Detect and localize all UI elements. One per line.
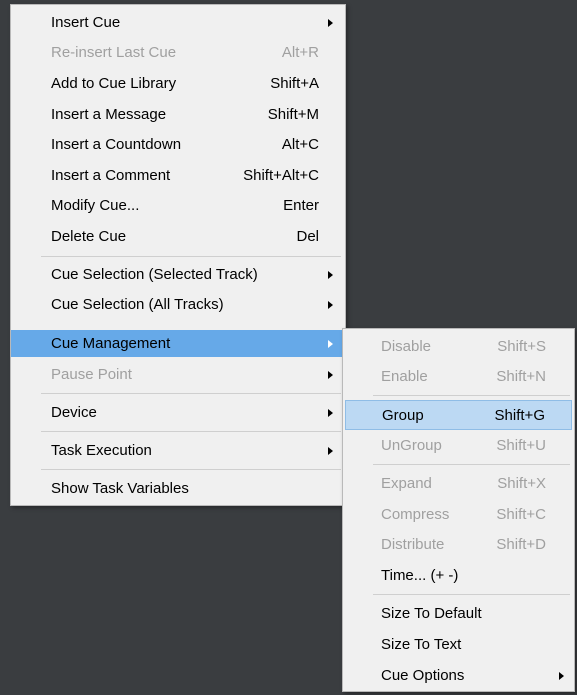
menu-item-cue-selection-all-tracks[interactable]: Cue Selection (All Tracks) (15, 291, 341, 318)
menu-item-label: Compress (381, 506, 450, 523)
menu-item-shortcut: Shift+C (496, 506, 546, 523)
menu-separator (373, 395, 570, 396)
menu-item-label: Pause Point (51, 366, 132, 383)
menu-item-label: Cue Management (51, 335, 171, 352)
submenu-item-compress[interactable]: Compress Shift+C (347, 501, 570, 528)
menu-item-shortcut: Shift+Alt+C (243, 167, 319, 184)
submenu-item-time[interactable]: Time... (+ -) (347, 562, 570, 589)
menu-item-pause-point[interactable]: Pause Point (15, 361, 341, 388)
menu-item-label: Device (51, 404, 97, 421)
menu-item-insert-cue[interactable]: Insert Cue (15, 9, 341, 36)
context-menu: Insert Cue Re-insert Last Cue Alt+R Add … (10, 4, 346, 506)
menu-separator (41, 393, 341, 394)
submenu-arrow-icon (328, 18, 333, 27)
menu-item-label: Size To Default (381, 605, 482, 622)
menu-item-label: Cue Selection (All Tracks) (51, 296, 224, 313)
menu-item-shortcut: Shift+G (494, 406, 545, 424)
menu-separator (41, 431, 341, 432)
menu-item-shortcut: Alt+C (281, 136, 319, 153)
menu-item-show-task-variables[interactable]: Show Task Variables (15, 475, 341, 502)
menu-item-label: Distribute (381, 536, 445, 553)
menu-item-label: Delete Cue (51, 228, 127, 245)
cue-management-submenu: Disable Shift+S Enable Shift+N Group Shi… (342, 328, 575, 692)
menu-item-label: Insert a Comment (51, 167, 171, 184)
submenu-arrow-icon (328, 446, 333, 455)
menu-item-label: Re-insert Last Cue (51, 44, 177, 61)
menu-item-reinsert-last-cue[interactable]: Re-insert Last Cue Alt+R (15, 39, 341, 66)
menu-separator (373, 464, 570, 465)
menu-item-label: Add to Cue Library (51, 75, 177, 92)
menu-item-label: Modify Cue... (51, 197, 140, 214)
menu-item-shortcut: Shift+U (496, 437, 546, 454)
menu-item-label: Cue Selection (Selected Track) (51, 266, 258, 283)
submenu-arrow-icon (559, 671, 564, 680)
menu-separator (41, 256, 341, 257)
menu-item-task-execution[interactable]: Task Execution (15, 437, 341, 464)
menu-item-label: Disable (381, 338, 432, 355)
menu-item-delete-cue[interactable]: Delete Cue Del (15, 223, 341, 250)
submenu-arrow-icon (328, 270, 333, 279)
menu-item-label: Insert a Countdown (51, 136, 182, 153)
menu-item-shortcut: Shift+N (496, 368, 546, 385)
submenu-item-disable[interactable]: Disable Shift+S (347, 333, 570, 360)
menu-item-insert-comment[interactable]: Insert a Comment Shift+Alt+C (15, 162, 341, 189)
submenu-item-expand[interactable]: Expand Shift+X (347, 470, 570, 497)
submenu-item-ungroup[interactable]: UnGroup Shift+U (347, 432, 570, 459)
menu-item-label: Task Execution (51, 442, 152, 459)
submenu-arrow-icon (328, 339, 333, 348)
menu-item-shortcut: Del (296, 228, 319, 245)
menu-item-add-to-cue-library[interactable]: Add to Cue Library Shift+A (15, 70, 341, 97)
menu-item-label: Enable (381, 368, 428, 385)
submenu-item-enable[interactable]: Enable Shift+N (347, 363, 570, 390)
menu-item-device[interactable]: Device (15, 399, 341, 426)
menu-item-shortcut: Shift+X (497, 475, 546, 492)
submenu-arrow-icon (328, 370, 333, 379)
menu-item-shortcut: Alt+R (281, 44, 319, 61)
submenu-item-size-to-text[interactable]: Size To Text (347, 631, 570, 658)
menu-item-label: Time... (+ -) (381, 567, 459, 584)
menu-item-label: Insert a Message (51, 106, 167, 123)
menu-item-label: UnGroup (381, 437, 442, 454)
menu-item-label: Cue Options (381, 667, 465, 684)
menu-item-modify-cue[interactable]: Modify Cue... Enter (15, 192, 341, 219)
menu-item-shortcut: Enter (283, 197, 319, 214)
menu-item-shortcut: Shift+S (497, 338, 546, 355)
menu-item-label: Group (382, 406, 424, 424)
menu-item-insert-countdown[interactable]: Insert a Countdown Alt+C (15, 131, 341, 158)
menu-item-shortcut: Shift+A (270, 75, 319, 92)
menu-item-label: Insert Cue (51, 14, 121, 31)
menu-item-label: Expand (381, 475, 432, 492)
menu-item-cue-selection-selected-track[interactable]: Cue Selection (Selected Track) (15, 261, 341, 288)
menu-item-label: Show Task Variables (51, 480, 189, 497)
submenu-item-group[interactable]: Group Shift+G (345, 400, 572, 430)
menu-separator (373, 594, 570, 595)
submenu-arrow-icon (328, 300, 333, 309)
menu-item-shortcut: Shift+M (267, 106, 319, 123)
menu-separator (41, 469, 341, 470)
menu-item-cue-management[interactable]: Cue Management (11, 330, 345, 357)
submenu-item-size-to-default[interactable]: Size To Default (347, 600, 570, 627)
submenu-arrow-icon (328, 408, 333, 417)
menu-item-shortcut: Shift+D (496, 536, 546, 553)
submenu-item-distribute[interactable]: Distribute Shift+D (347, 531, 570, 558)
menu-item-insert-message[interactable]: Insert a Message Shift+M (15, 101, 341, 128)
menu-item-label: Size To Text (381, 636, 462, 653)
submenu-item-cue-options[interactable]: Cue Options (347, 662, 570, 689)
